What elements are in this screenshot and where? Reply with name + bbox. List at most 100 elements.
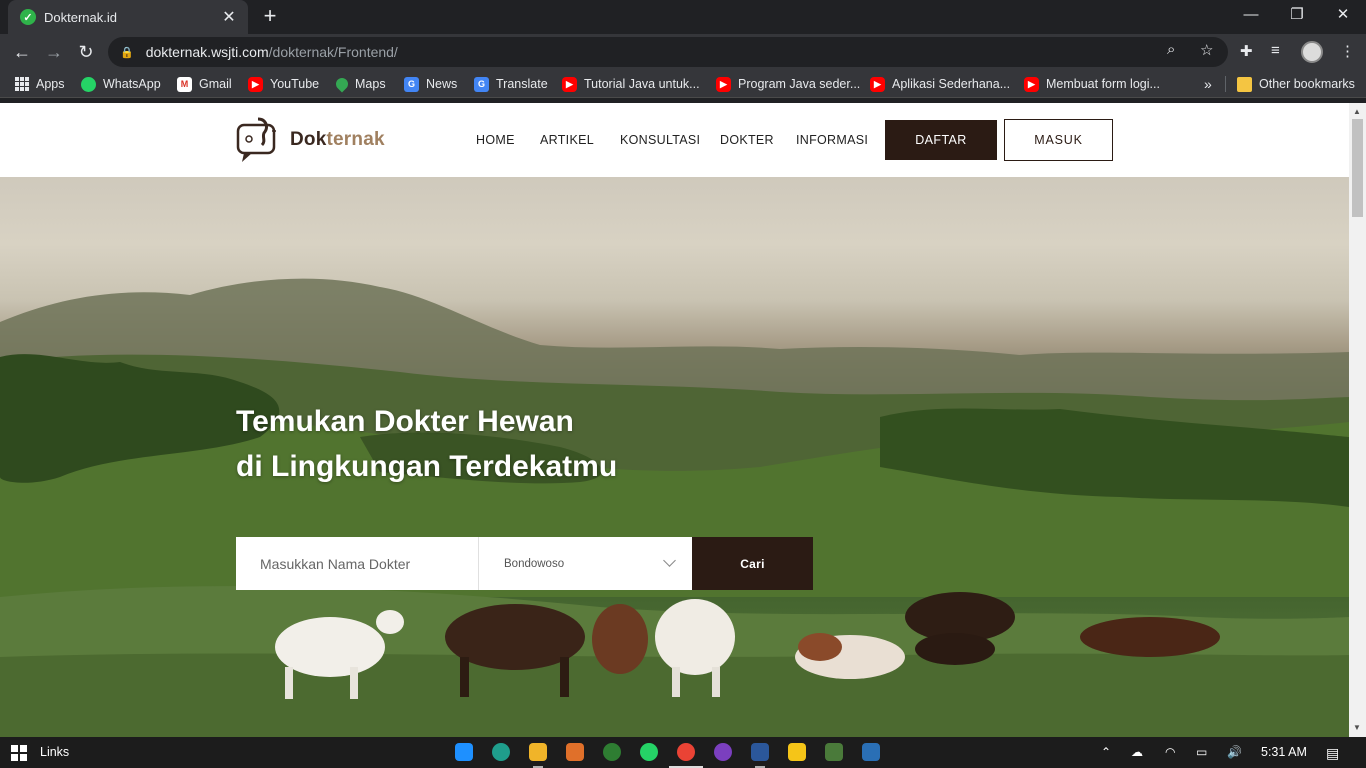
translate-icon: G — [474, 76, 489, 92]
battery-icon[interactable]: ▭ — [1196, 745, 1207, 759]
nav-informasi[interactable]: INFORMASI — [796, 133, 868, 147]
folder-icon — [1237, 76, 1252, 92]
bookmark-label: Other bookmarks — [1259, 77, 1355, 91]
chrome-icon[interactable] — [669, 743, 703, 768]
zoom-icon[interactable]: ⌕ — [1167, 41, 1175, 58]
location-select[interactable]: Bondowoso — [478, 537, 692, 590]
logo-text-dok: Dok — [290, 129, 327, 150]
bookmark-label: Translate — [496, 77, 548, 91]
site-header: Dokternak HOME ARTIKEL KONSULTASI DOKTER… — [0, 103, 1349, 177]
logo-wordmark: Dokternak — [290, 129, 385, 151]
profile-avatar[interactable] — [1301, 41, 1323, 63]
minimize-button[interactable]: — — [1228, 0, 1274, 30]
other-bookmarks[interactable]: Other bookmarks — [1237, 75, 1355, 93]
news-icon: G — [404, 76, 419, 92]
taskbar-clock[interactable]: 5:31 AM — [1261, 745, 1307, 759]
site-favicon-icon: ✓ — [20, 9, 36, 25]
tab-close-icon[interactable]: ✕ — [220, 7, 238, 27]
scroll-down-icon[interactable]: ▼ — [1353, 723, 1361, 732]
file-explorer-icon[interactable] — [529, 743, 547, 768]
bookmark-star-icon[interactable]: ☆ — [1200, 41, 1213, 59]
bookmark-news[interactable]: G News — [404, 75, 457, 93]
bookmark-label: Program Java seder... — [738, 77, 861, 91]
taskbar-app-icon-12[interactable] — [862, 743, 880, 761]
bookmark-label: Maps — [355, 77, 386, 91]
xampp-icon[interactable] — [566, 743, 584, 761]
forward-button[interactable]: → — [40, 38, 68, 66]
login-button[interactable]: MASUK — [1004, 119, 1113, 161]
tab-title: Dokternak.id — [44, 9, 117, 25]
web-page: Dokternak HOME ARTIKEL KONSULTASI DOKTER… — [0, 103, 1349, 737]
back-button[interactable]: ← — [8, 38, 36, 66]
taskbar-app-icon-11[interactable] — [825, 743, 843, 761]
bookmarks-bar: Apps WhatsApp M Gmail ▶ YouTube Maps G N… — [0, 70, 1366, 98]
bookmark-label: Apps — [36, 77, 65, 91]
browser-toolbar: ← → ↻ 🔒 dokternak.wsjti.com/dokternak/Fr… — [0, 34, 1366, 70]
volume-icon[interactable]: 🔊 — [1227, 745, 1242, 759]
nav-home[interactable]: HOME — [476, 133, 515, 147]
gmail-icon: M — [177, 76, 192, 92]
windows-start-icon[interactable] — [11, 745, 27, 761]
hero-heading-line2: di Lingkungan Terdekatmu — [236, 450, 618, 483]
nav-artikel[interactable]: ARTIKEL — [540, 133, 594, 147]
bookmark-tutorial-java[interactable]: ▶ Tutorial Java untuk... — [562, 75, 700, 93]
onedrive-icon[interactable]: ☁ — [1131, 745, 1143, 759]
media-control-icon[interactable]: ≡ — [1271, 42, 1280, 59]
nav-dokter[interactable]: DOKTER — [720, 133, 774, 147]
edge-icon[interactable] — [492, 743, 510, 761]
lock-icon: 🔒 — [120, 46, 134, 59]
bookmark-aplikasi-sederhana[interactable]: ▶ Aplikasi Sederhana... — [870, 75, 1010, 93]
bookmarks-overflow-button[interactable]: » — [1204, 75, 1212, 93]
taskbar-app-icon-5[interactable] — [603, 743, 621, 761]
youtube-icon: ▶ — [1024, 76, 1039, 92]
logo-text-ternak: ternak — [326, 129, 385, 150]
window-close-button[interactable]: ✕ — [1320, 0, 1366, 30]
bookmark-apps[interactable]: Apps — [14, 75, 65, 93]
doctor-name-search-input[interactable] — [236, 537, 478, 590]
bookmark-label: Tutorial Java untuk... — [584, 77, 700, 91]
location-selected-value: Bondowoso — [504, 557, 565, 570]
youtube-icon: ▶ — [248, 76, 263, 92]
wifi-icon[interactable]: ◠ — [1165, 745, 1175, 759]
logo-chat-icon — [236, 117, 276, 162]
new-tab-button[interactable]: + — [257, 4, 283, 30]
show-hidden-icons-icon[interactable]: ⌃ — [1101, 745, 1111, 759]
browser-tab-strip: ✓ Dokternak.id ✕ + — ❐ ✕ — [0, 0, 1366, 34]
chevron-down-icon — [663, 554, 676, 567]
bookmark-maps[interactable]: Maps — [333, 75, 386, 93]
taskbar-app-icon-8[interactable] — [714, 743, 732, 761]
taskbar-app-icon-1[interactable] — [455, 743, 473, 761]
reload-button[interactable]: ↻ — [72, 38, 100, 66]
site-logo[interactable]: Dokternak — [236, 115, 385, 165]
bookmark-membuat-form[interactable]: ▶ Membuat form logi... — [1024, 75, 1160, 93]
bookmark-label: WhatsApp — [103, 77, 161, 91]
links-toolbar-label[interactable]: Links — [40, 745, 69, 759]
maps-icon — [333, 75, 351, 93]
whatsapp-icon[interactable] — [640, 743, 658, 761]
bookmark-youtube[interactable]: ▶ YouTube — [248, 75, 319, 93]
register-button[interactable]: DAFTAR — [885, 120, 997, 160]
youtube-icon: ▶ — [562, 76, 577, 92]
page-scrollbar[interactable]: ▲ ▼ — [1349, 103, 1366, 737]
bookmark-label: Membuat form logi... — [1046, 77, 1160, 91]
search-button[interactable]: Cari — [692, 537, 813, 590]
word-icon[interactable] — [751, 743, 769, 768]
sticky-notes-icon[interactable] — [788, 743, 806, 761]
bookmark-translate[interactable]: G Translate — [474, 75, 548, 93]
hero-landscape-image — [0, 278, 1349, 737]
bookmark-program-java[interactable]: ▶ Program Java seder... — [716, 75, 860, 93]
restore-button[interactable]: ❐ — [1274, 0, 1320, 30]
bookmark-whatsapp[interactable]: WhatsApp — [81, 75, 161, 93]
notifications-icon[interactable]: ▤ — [1326, 745, 1339, 762]
menu-kebab-icon[interactable]: ⋮ — [1340, 42, 1355, 60]
address-bar[interactable]: 🔒 dokternak.wsjti.com/dokternak/Frontend… — [108, 37, 1228, 67]
apps-icon — [14, 76, 29, 92]
bookmark-label: News — [426, 77, 458, 91]
bookmark-gmail[interactable]: M Gmail — [177, 75, 232, 93]
nav-konsultasi[interactable]: KONSULTASI — [620, 133, 700, 147]
browser-tab-active[interactable]: ✓ Dokternak.id ✕ — [8, 0, 248, 34]
extensions-icon[interactable]: ✚ — [1240, 42, 1253, 60]
scroll-up-icon[interactable]: ▲ — [1353, 107, 1361, 116]
bookmark-label: Gmail — [199, 77, 232, 91]
scrollbar-thumb[interactable] — [1352, 119, 1363, 217]
